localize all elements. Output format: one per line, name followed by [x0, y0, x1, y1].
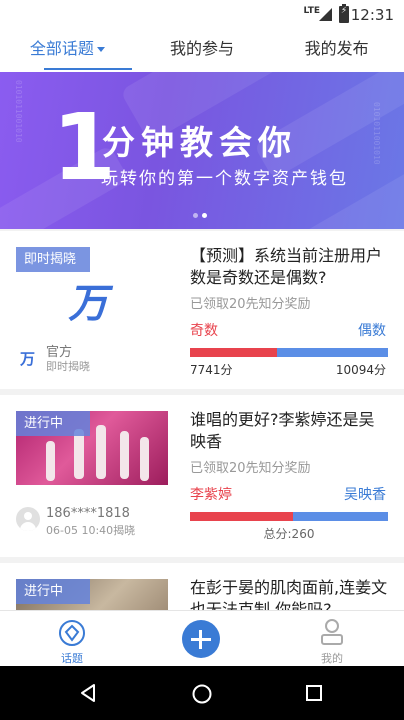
option-a-score: 7741分: [190, 363, 233, 377]
active-tab-indicator: [44, 68, 132, 70]
nav-topics[interactable]: 话题: [32, 611, 112, 667]
option-b-score: 10094分: [335, 363, 386, 377]
topic-tabs: 全部话题 我的参与 我的发布: [0, 30, 404, 72]
topics-icon: [59, 620, 85, 646]
tab-all-topics[interactable]: 全部话题: [0, 30, 135, 72]
nav-label: 我的: [321, 652, 343, 665]
chevron-down-icon: [96, 47, 105, 52]
bottom-navigation: 话题 我的: [0, 610, 404, 666]
carousel-dot-active[interactable]: [202, 213, 207, 218]
binary-decoration: 0101011001010: [14, 80, 23, 143]
battery-icon: [339, 4, 349, 23]
topic-card[interactable]: 进行中 谁唱的更好?李紫婷还是吴映香 已领取20先知分奖励 李紫婷 吴映香 总分…: [0, 395, 404, 557]
author-subtitle: 06-05 10:40揭晓: [46, 524, 136, 537]
author-subtitle: 即时揭晓: [46, 360, 90, 373]
tab-label: 全部话题: [29, 39, 94, 58]
banner-title: 分钟教会你: [102, 123, 297, 162]
banner-subtitle: 玩转你的第一个数字资产钱包: [101, 169, 348, 189]
author-name: 186****1818: [46, 506, 130, 521]
topic-question: 【预测】系统当前注册用户数是奇数还是偶数?: [190, 246, 383, 287]
back-icon[interactable]: [78, 683, 98, 703]
option-b-label[interactable]: 吴映香: [344, 484, 386, 504]
reward-text: 已领取20先知分奖励: [190, 461, 311, 476]
vote-bar: [190, 348, 388, 357]
tab-my-participation[interactable]: 我的参与: [135, 30, 270, 72]
option-a-label[interactable]: 奇数: [190, 320, 218, 340]
binary-decoration: 0101011001010: [372, 102, 381, 165]
status-tag: 进行中: [16, 411, 90, 436]
author-avatar: 万: [20, 350, 36, 368]
promo-banner[interactable]: 0101011001010 0101011001010 1 分钟教会你 玩转你的…: [0, 72, 404, 229]
carousel-indicator: [193, 213, 207, 218]
reward-text: 已领取20先知分奖励: [190, 297, 311, 312]
nav-mine[interactable]: 我的: [292, 611, 372, 667]
tab-label: 我的发布: [304, 39, 369, 58]
home-icon[interactable]: [191, 683, 213, 705]
status-tag: 进行中: [16, 579, 90, 604]
tab-label: 我的参与: [170, 39, 235, 58]
user-icon: [321, 619, 343, 645]
total-score: 总分:260: [263, 527, 315, 541]
brand-logo: 万: [66, 281, 117, 321]
option-a-label[interactable]: 李紫婷: [190, 484, 232, 504]
vote-bar-fill: [190, 512, 293, 521]
status-tag: 即时揭晓: [16, 247, 90, 272]
option-b-label[interactable]: 偶数: [358, 320, 386, 340]
carousel-dot[interactable]: [193, 213, 198, 218]
topic-card[interactable]: 万 即时揭晓 【预测】系统当前注册用户数是奇数还是偶数? 已领取20先知分奖励 …: [0, 231, 404, 389]
system-navigation-bar: [0, 666, 404, 720]
vote-bar: [190, 512, 388, 521]
create-topic-button[interactable]: [182, 620, 220, 658]
tab-my-posts[interactable]: 我的发布: [269, 30, 404, 72]
vote-bar-fill: [190, 348, 278, 357]
recent-apps-icon[interactable]: [305, 684, 323, 702]
clock: 12:31: [350, 6, 394, 24]
nav-label: 话题: [61, 652, 83, 665]
avatar[interactable]: [16, 507, 40, 531]
status-bar: LTE 12:31: [0, 0, 404, 30]
signal-icon: [319, 8, 332, 21]
lte-label: LTE: [303, 6, 320, 16]
topic-question: 谁唱的更好?李紫婷还是吴映香: [190, 410, 375, 451]
